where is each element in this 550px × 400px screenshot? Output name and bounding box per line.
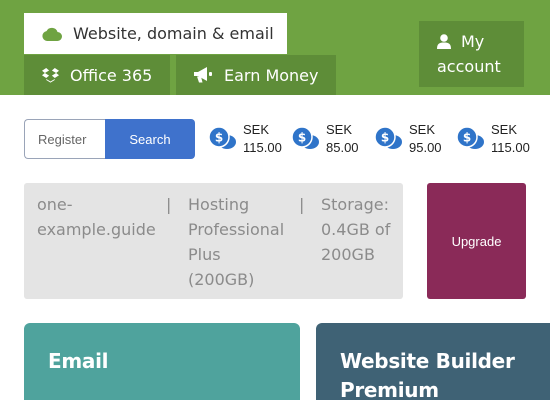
hosting-plan: Hosting Professional Plus (200GB) bbox=[188, 192, 284, 292]
price-amount: 95.00 bbox=[409, 140, 442, 155]
svg-text:$: $ bbox=[381, 131, 389, 145]
svg-text:$: $ bbox=[463, 131, 471, 145]
svg-text:$: $ bbox=[298, 131, 306, 145]
storage-line: Storage: bbox=[321, 195, 389, 214]
user-icon bbox=[437, 34, 451, 49]
price-amount: 85.00 bbox=[326, 140, 359, 155]
separator: | bbox=[299, 195, 305, 214]
search-button[interactable]: Search bbox=[105, 119, 195, 159]
domain-name-line: one- bbox=[37, 195, 73, 214]
price-item: $ SEK 95.00 bbox=[373, 121, 442, 157]
top-header: Website, domain & email Office 365 Earn … bbox=[0, 0, 550, 95]
account-label-line2: account bbox=[437, 57, 501, 76]
email-card[interactable]: Email bbox=[24, 323, 300, 400]
card-title-line: Premium bbox=[340, 378, 439, 400]
price-item: $ SEK 115.00 bbox=[207, 121, 282, 157]
hosting-info-panel: one- example.guide | Hosting Professiona… bbox=[24, 183, 403, 299]
price-currency: SEK bbox=[409, 122, 436, 137]
coins-icon: $ bbox=[374, 126, 402, 149]
plan-line: Hosting bbox=[188, 195, 250, 214]
register-domain-input[interactable] bbox=[24, 119, 105, 159]
storage-usage: Storage: 0.4GB of 200GB bbox=[321, 192, 390, 267]
price-currency: SEK bbox=[326, 122, 353, 137]
plan-line: Professional bbox=[188, 220, 285, 239]
plan-line: (200GB) bbox=[188, 270, 255, 289]
coins-icon: $ bbox=[456, 126, 484, 149]
website-builder-card[interactable]: Website Builder Premium bbox=[316, 323, 550, 400]
dropbox-icon bbox=[42, 67, 59, 83]
coins-icon: $ bbox=[291, 126, 319, 149]
price-currency: SEK bbox=[491, 122, 518, 137]
card-title-line: Website Builder bbox=[340, 349, 515, 373]
tab-label: Earn Money bbox=[224, 65, 319, 85]
upgrade-button[interactable]: Upgrade bbox=[427, 183, 526, 299]
storage-line: 200GB bbox=[321, 245, 375, 264]
price-item: $ SEK 85.00 bbox=[290, 121, 359, 157]
price-amount: 115.00 bbox=[243, 140, 282, 155]
svg-text:$: $ bbox=[215, 131, 223, 145]
separator: | bbox=[166, 195, 172, 214]
tab-earn-money[interactable]: Earn Money bbox=[176, 55, 336, 95]
domain-name: one- example.guide bbox=[37, 192, 156, 242]
coins-icon: $ bbox=[208, 126, 236, 149]
cloud-icon bbox=[42, 27, 62, 41]
plan-line: Plus bbox=[188, 245, 221, 264]
domain-name-line: example.guide bbox=[37, 220, 156, 239]
tab-office-365[interactable]: Office 365 bbox=[24, 55, 170, 95]
price-item: $ SEK 115.00 bbox=[455, 121, 530, 157]
account-label-line1: My bbox=[461, 32, 485, 51]
megaphone-icon bbox=[194, 67, 213, 83]
my-account-button[interactable]: My account bbox=[419, 21, 524, 87]
storage-line: 0.4GB of bbox=[321, 220, 391, 239]
price-currency: SEK bbox=[243, 122, 270, 137]
price-amount: 115.00 bbox=[491, 140, 530, 155]
tab-label: Website, domain & email bbox=[73, 24, 274, 43]
card-title: Email bbox=[48, 349, 109, 373]
tab-label: Office 365 bbox=[70, 65, 153, 85]
tab-website-domain-email[interactable]: Website, domain & email bbox=[24, 13, 287, 54]
